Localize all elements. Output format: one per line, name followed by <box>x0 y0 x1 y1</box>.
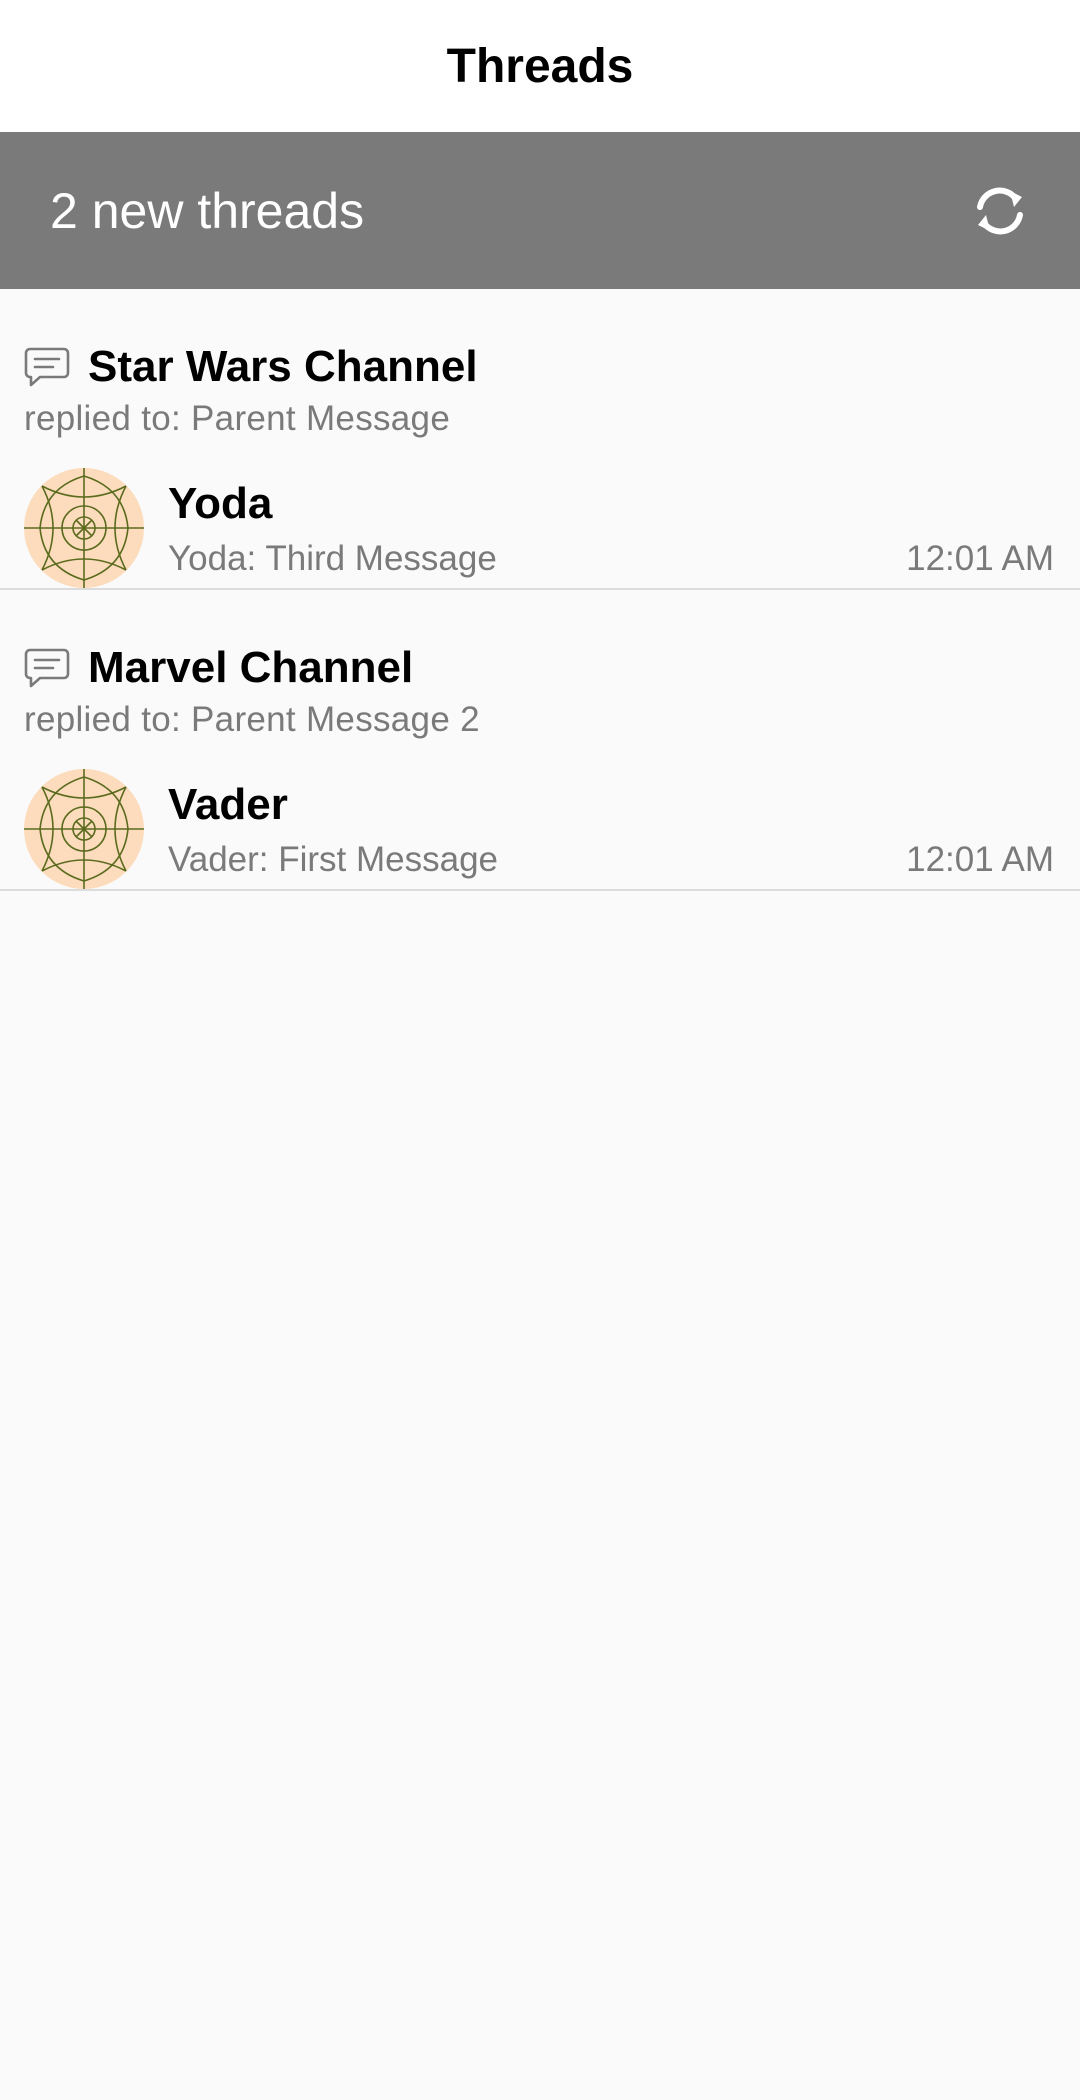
refresh-icon <box>977 187 1023 234</box>
nav-bar: Threads <box>0 0 1080 132</box>
message-bubble-icon <box>24 344 70 390</box>
thread-last-message: Vader: First Message <box>168 840 499 879</box>
thread-channel-name: Marvel Channel <box>88 643 414 692</box>
thread-channel-row: Marvel Channel <box>24 640 413 696</box>
thread-replied-to: replied to: Parent Message 2 <box>24 700 480 739</box>
thread-replied-to: replied to: Parent Message <box>24 399 451 438</box>
avatar <box>24 769 144 889</box>
thread-timestamp: 12:01 AM <box>906 539 1054 578</box>
thread-channel-name: Star Wars Channel <box>88 342 478 391</box>
thread-item[interactable]: Marvel Channel replied to: Parent Messag… <box>0 590 1080 891</box>
thread-last-message: Yoda: Third Message <box>168 539 497 578</box>
message-bubble-icon <box>24 645 70 691</box>
new-threads-banner[interactable]: 2 new threads <box>0 132 1080 289</box>
thread-timestamp: 12:01 AM <box>906 840 1054 879</box>
page-title: Threads <box>446 39 634 93</box>
thread-channel-row: Star Wars Channel <box>24 339 478 395</box>
refresh-button[interactable] <box>968 179 1032 243</box>
thread-author-name: Yoda <box>168 479 273 528</box>
avatar <box>24 468 144 588</box>
thread-list: Star Wars Channel replied to: Parent Mes… <box>0 289 1080 891</box>
thread-author-name: Vader <box>168 780 288 829</box>
new-threads-text: 2 new threads <box>50 182 365 239</box>
thread-item[interactable]: Star Wars Channel replied to: Parent Mes… <box>0 289 1080 590</box>
